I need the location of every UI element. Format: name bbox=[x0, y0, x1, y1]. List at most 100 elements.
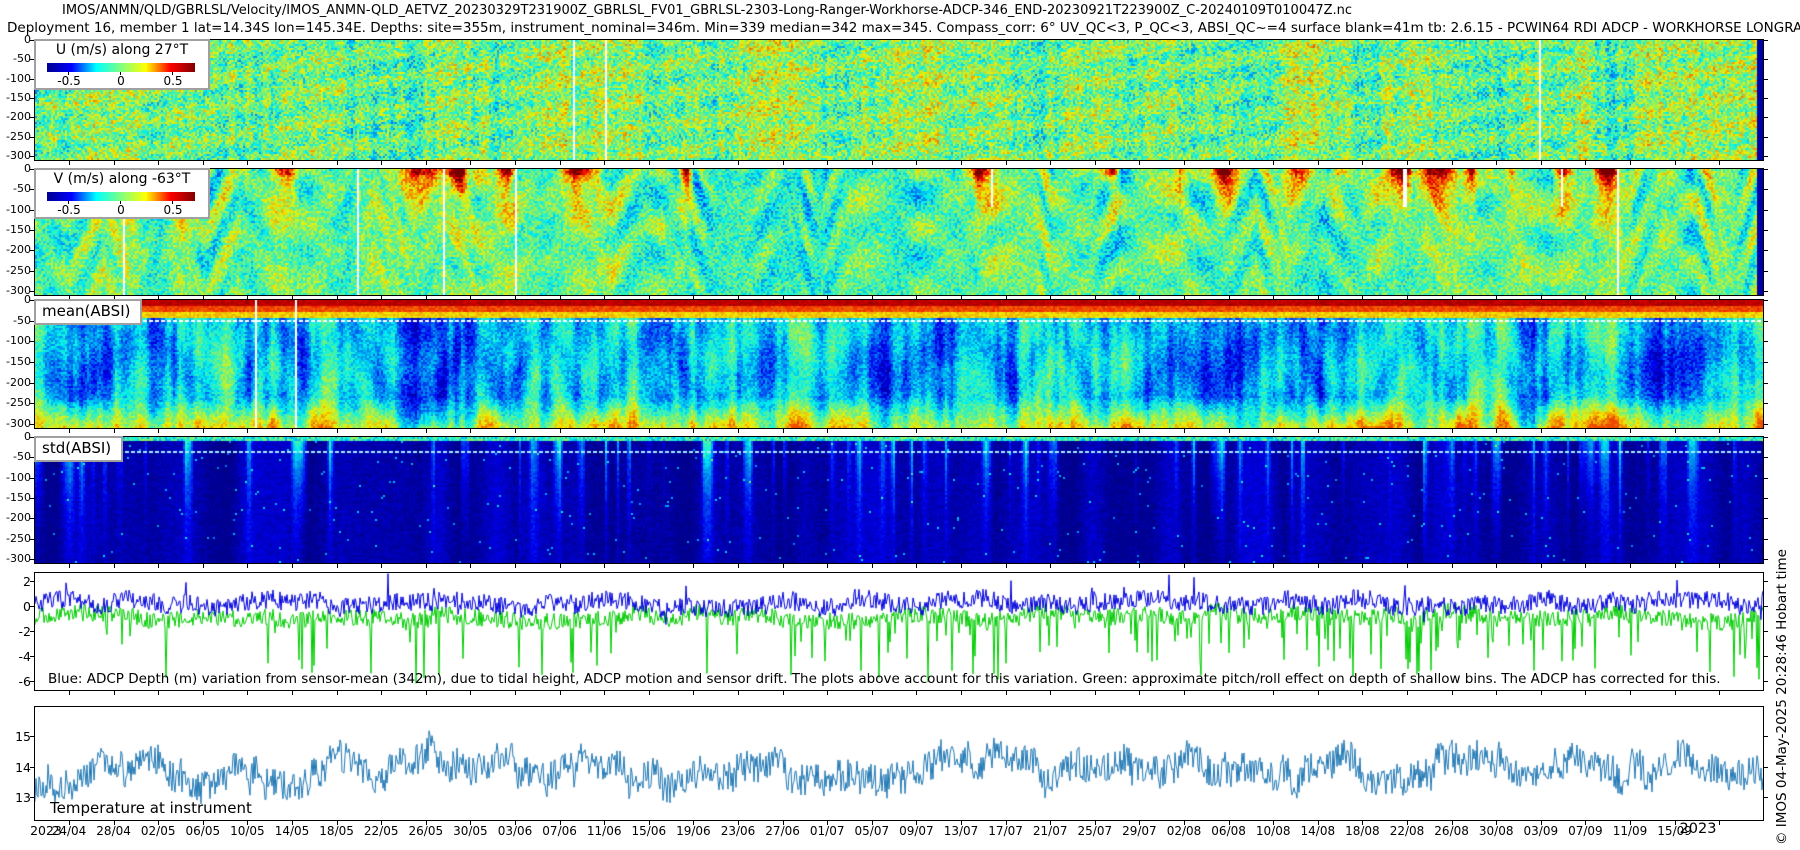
y-tick-label: 15 bbox=[15, 729, 31, 744]
x-tick-mark bbox=[1675, 429, 1676, 433]
panel-u-velocity-heatmap: U (m/s) along 27°T -0.5 0 0.5 0 -50 -100 -1… bbox=[6, 33, 1768, 165]
x-tick-mark bbox=[1006, 161, 1007, 165]
y-tick-label: -50 bbox=[13, 314, 31, 327]
y-tick-label: -2 bbox=[18, 624, 31, 639]
y-tick-label: 0 bbox=[23, 599, 31, 614]
y-tick-label: -200 bbox=[6, 511, 31, 524]
x-tick-mark bbox=[827, 691, 828, 695]
x-tick-mark bbox=[1719, 691, 1720, 695]
panel-std-absi-heatmap: std(ABSI) 0 -50 -100 -150 -200 -250 -300 bbox=[6, 430, 1768, 568]
y-tick-label: -100 bbox=[6, 72, 31, 85]
x-tick-label: 03/06 bbox=[497, 824, 533, 838]
y-tick-mark-right bbox=[1764, 539, 1768, 540]
x-tick-mark bbox=[560, 564, 561, 568]
y-tick-label: 0 bbox=[24, 430, 31, 443]
y-tick-mark-right bbox=[1764, 271, 1768, 272]
x-tick-mark bbox=[381, 429, 382, 433]
x-tick-mark bbox=[114, 429, 115, 433]
u-colorbar-legend: U (m/s) along 27°T -0.5 0 0.5 bbox=[34, 39, 210, 90]
x-tick-mark bbox=[560, 161, 561, 165]
x-tick-label: 29/07 bbox=[1122, 824, 1157, 838]
x-tick-label: 15/06 bbox=[631, 824, 667, 838]
x-tick-mark bbox=[738, 691, 739, 695]
x-tick-mark bbox=[114, 161, 115, 165]
x-tick-mark bbox=[292, 691, 293, 695]
x-tick-mark bbox=[1362, 161, 1363, 165]
y-tick-mark-right bbox=[1764, 210, 1768, 211]
x-tick-mark bbox=[1407, 161, 1408, 165]
x-tick-mark bbox=[515, 161, 516, 165]
x-tick-mark bbox=[1139, 564, 1140, 568]
x-tick-mark bbox=[604, 161, 605, 165]
x-tick-mark bbox=[158, 161, 159, 165]
x-tick-mark bbox=[69, 161, 70, 165]
x-tick-label: 26/05 bbox=[408, 824, 444, 838]
y-tick-mark-right bbox=[1764, 581, 1768, 582]
x-tick-label: 22/08 bbox=[1389, 824, 1425, 838]
y-tick-label: -50 bbox=[13, 182, 31, 195]
mean-absi-label: mean(ABSI) bbox=[34, 299, 143, 325]
y-tick-mark-right bbox=[1764, 341, 1768, 342]
colorbar-tick-label: 0.5 bbox=[163, 74, 183, 88]
x-tick-mark bbox=[337, 691, 338, 695]
y-tick-mark-right bbox=[1764, 40, 1768, 41]
y-tick-mark-right bbox=[1764, 478, 1768, 479]
x-tick-mark bbox=[916, 161, 917, 165]
x-tick-mark bbox=[693, 429, 694, 433]
y-tick-mark-right bbox=[1764, 383, 1768, 384]
x-tick-mark bbox=[69, 691, 70, 695]
x-tick-mark bbox=[1407, 691, 1408, 695]
x-tick-mark bbox=[1452, 564, 1453, 568]
x-tick-mark bbox=[1273, 429, 1274, 433]
x-tick-mark bbox=[604, 691, 605, 695]
y-tick-label: -200 bbox=[6, 243, 31, 256]
x-tick-label: 07/09 bbox=[1568, 824, 1603, 838]
u-legend-title: U (m/s) along 27°T bbox=[55, 42, 189, 58]
x-tick-mark bbox=[1229, 564, 1230, 568]
x-tick-mark bbox=[693, 564, 694, 568]
x-tick-mark bbox=[1496, 564, 1497, 568]
colorbar-tick-label: 0 bbox=[117, 203, 125, 217]
x-tick-label: 19/06 bbox=[676, 824, 711, 838]
y-tick-label: -50 bbox=[13, 52, 31, 65]
x-tick-label: 02/08 bbox=[1166, 824, 1202, 838]
x-tick-mark bbox=[1541, 161, 1542, 165]
x-tick-mark bbox=[426, 564, 427, 568]
x-tick-mark bbox=[1719, 821, 1720, 825]
panel-mean-absi-heatmap: mean(ABSI) 0 -50 -100 -150 -200 -250 -300 bbox=[6, 293, 1768, 433]
y-tick-mark-right bbox=[1764, 169, 1768, 170]
panel-v-velocity-heatmap: V (m/s) along -63°T -0.5 0 0.5 0 -50 -100 -… bbox=[6, 162, 1768, 300]
y-tick-mark-right bbox=[1764, 631, 1768, 632]
v-colorbar-gradient bbox=[47, 192, 195, 201]
u-colorbar-gradient bbox=[47, 63, 195, 72]
x-tick-mark bbox=[916, 691, 917, 695]
x-tick-mark bbox=[1541, 691, 1542, 695]
x-tick-mark bbox=[515, 691, 516, 695]
x-tick-mark bbox=[337, 564, 338, 568]
x-tick-mark bbox=[916, 429, 917, 433]
y-tick-mark-right bbox=[1764, 797, 1768, 798]
y-tick-mark-right bbox=[1764, 518, 1768, 519]
y-tick-mark-right bbox=[1764, 362, 1768, 363]
y-tick-label: -300 bbox=[6, 552, 31, 565]
y-tick-mark-right bbox=[1764, 300, 1768, 301]
x-tick-mark bbox=[1719, 429, 1720, 433]
y-tick-mark-right bbox=[1764, 79, 1768, 80]
x-tick-mark bbox=[203, 691, 204, 695]
x-tick-label: 18/05 bbox=[319, 824, 354, 838]
x-tick-mark bbox=[470, 564, 471, 568]
x-tick-mark bbox=[247, 429, 248, 433]
x-tick-mark bbox=[1630, 429, 1631, 433]
colorbar-tick-label: -0.5 bbox=[57, 203, 81, 217]
x-tick-label: 27/06 bbox=[765, 824, 800, 838]
x-tick-mark bbox=[381, 564, 382, 568]
y-tick-mark-right bbox=[1764, 767, 1768, 768]
x-tick-mark bbox=[203, 564, 204, 568]
y-tick-label: -150 bbox=[6, 355, 31, 368]
x-tick-mark bbox=[470, 691, 471, 695]
figure-subtitle-deployment-info: Deployment 16, member 1 lat=14.34S lon=1… bbox=[7, 20, 1800, 36]
x-tick-mark bbox=[1184, 429, 1185, 433]
x-tick-label: 05/07 bbox=[854, 824, 890, 838]
y-tick-label: -300 bbox=[6, 417, 31, 430]
x-tick-mark bbox=[1675, 161, 1676, 165]
